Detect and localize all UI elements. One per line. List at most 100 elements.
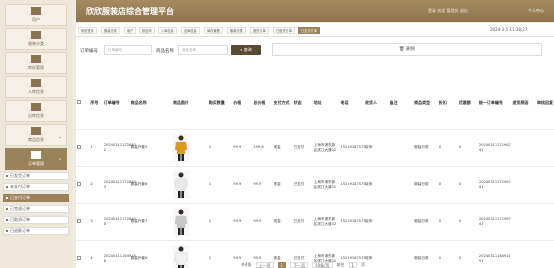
tab-home[interactable]: 系统首页 [78,27,97,34]
sidebar-sub-cancelled[interactable]: 已取消订单 [3,216,69,224]
tab-returned-orders[interactable]: 已退货订单 [273,27,295,34]
cell-unified-no: 20240311171987 41 [477,129,512,167]
sidebar-sub-completed[interactable]: 已完成订单 [3,205,69,213]
app-title: 欣欣服装店综合管理平台 [86,7,174,16]
pager-next-button[interactable]: 下一页 [290,261,309,268]
cell-status: 已支付 [292,129,313,167]
tab-category-2[interactable]: 服装分类 [227,27,246,34]
row-checkbox[interactable] [76,240,90,268]
search-row: 订单编号 订单编号 商品名称 商品名称 ⌕ 查询 🗑 删除 [76,37,554,63]
pager-goto-input[interactable]: 1 [348,261,358,268]
row-checkbox[interactable] [76,129,90,167]
personal-center-link[interactable]: 个人中心 [528,8,544,14]
product-thumbnail [172,133,189,162]
cell-unified-no: 20240311171987 41 [477,203,512,241]
select-all-checkbox[interactable] [76,77,90,130]
cell-phone: 15219187575 [339,166,366,204]
pager-goto-label: 前往 [336,261,345,267]
col-header-no: 序号 [89,77,103,130]
sidebar-item-category[interactable]: 服装分类 [5,28,67,50]
row-checkbox[interactable] [76,166,90,204]
pagination: 共4条 上一页 1 下一页 10条/页 前往 1 页 [241,261,365,268]
sidebar-sub-paid[interactable]: 已支付订单 [3,194,69,202]
cell-product: 服装外套7 [129,203,155,241]
cell-reply [535,240,554,268]
table-row[interactable]: 3 20240311172840 0 服装外套7 1 99.9 99.9 现金 已支付 上海市… [76,203,554,241]
tab-supplier[interactable]: 供应商 [139,27,155,34]
cell-discount: 0 [437,240,458,268]
cell-no: 4 [89,240,103,268]
top-bar: 欣欣服装店综合管理平台 登录 欢迎 管理员 退出 个人中心 [76,0,554,22]
pager-prev-button[interactable]: 上一页 [255,261,274,268]
cell-remark [388,203,414,241]
cell-pay: 现金 [272,166,293,204]
grid-icon [31,103,41,111]
sidebar-item-products[interactable]: 商品信息 ⌄ [5,124,67,146]
col-header-receiver: 收货人 [364,77,389,130]
cell-order-no: 20240311172840 2 [102,129,136,167]
cell-price: 99.9 [232,129,253,167]
sidebar-sub-shipped[interactable]: 已发货订单 [3,172,69,180]
sidebar-item-outbound[interactable]: 出库信息 [5,100,67,122]
search-button[interactable]: ⌕ 查询 [231,45,261,55]
tab-inbound[interactable]: 入库信息 [158,27,177,34]
sidebar-item-inbound[interactable]: 入库信息 [5,76,67,98]
cell-product: 服装外套6 [129,166,155,204]
bar-chart-icon [31,79,41,87]
col-header-phone: 电话 [339,77,365,130]
trash-icon: 🗑 [398,47,407,52]
shirt-icon [31,31,41,39]
sidebar-item-stock[interactable]: 库存管理 [5,52,67,74]
cell-reply [535,166,554,204]
sidebar-sub-refunded[interactable]: 已退款订单 [3,227,69,235]
sidebar-item-user[interactable]: 用户 [5,4,67,26]
cell-total: 199.8 [252,129,273,167]
col-header-address: 地址 [312,77,340,130]
cell-qty: 1 [207,166,233,204]
user-info[interactable]: 登录 欢迎 管理员 退出 [428,8,468,14]
tab-strip: 系统首页 服装分类 用户 供应商 入库信息 出库信息 库存管理 服装分类 退货订… [76,23,554,37]
order-no-label: 订单编号 [80,49,98,54]
tab-return-orders[interactable]: 退货订单 [250,27,269,34]
table-row[interactable]: 1 20240311172840 2 服装外套5 2 99.9 199.8 现金 已支付 上海… [76,129,554,167]
chevron-up-icon: ⌃ [57,158,62,164]
cell-total: 99.9 [252,166,273,204]
sidebar-sub-unpaid[interactable]: 未支付订单 [3,183,69,191]
sidebar-item-orders[interactable]: 订单管理 ⌃ [5,148,67,170]
cell-category: 服装分类 [413,129,438,167]
datetime: 2024-3-5 11:28:27 [490,27,528,32]
col-header-unified-no: 统一订单编号 [477,77,512,130]
cell-product-image [154,240,208,268]
table-row[interactable]: 2 20240311172840 3 服装外套6 1 99.9 99.9 现金 已支付 上海市… [76,166,554,204]
cell-product-image [154,166,208,204]
pager-current-page[interactable]: 1 [277,261,287,268]
order-no-input[interactable]: 订单编号 [104,45,152,55]
cell-phone: 15219187575 [339,203,366,241]
cell-category: 服装分类 [413,166,438,204]
cell-price: 99.9 [232,166,253,204]
cell-receiver: 晓萍 [364,240,389,268]
cell-pay: 现金 [272,203,293,241]
cell-qty: 2 [207,129,233,167]
sidebar: 用户 服装分类 库存管理 入库信息 出库信息 商品信息 ⌄ 订单管理 ⌃ 已发货… [0,0,72,268]
row-checkbox[interactable] [76,203,90,241]
cell-receiver: 晓萍 [364,129,389,167]
tab-outbound[interactable]: 出库信息 [181,27,200,34]
delete-button[interactable]: 🗑 删除 [272,43,542,56]
pager-size-select[interactable]: 10条/页 [312,261,333,268]
cell-order-no: 20240311172840 3 [102,166,136,204]
cell-qty: 1 [207,240,233,268]
tab-category[interactable]: 服装分类 [101,27,120,34]
col-header-remark: 备注 [388,77,414,130]
product-name-input[interactable]: 商品名称 [178,45,228,55]
cell-address: 上海市浦东新区滨江大道02 [312,166,340,204]
col-header-discount: 折扣 [437,77,458,130]
cell-discount: 0 [437,203,458,241]
cell-receiver: 晓萍 [364,203,389,241]
col-header-total: 总价格 [252,77,273,130]
tab-stock[interactable]: 库存管理 [204,27,223,34]
cell-address: 上海市浦东新区滨江大道02 [312,203,340,241]
tab-paid-orders[interactable]: 已支付订单 [298,27,320,34]
tab-user[interactable]: 用户 [124,27,137,34]
cell-order-no: 20240311172840 0 [102,203,136,241]
